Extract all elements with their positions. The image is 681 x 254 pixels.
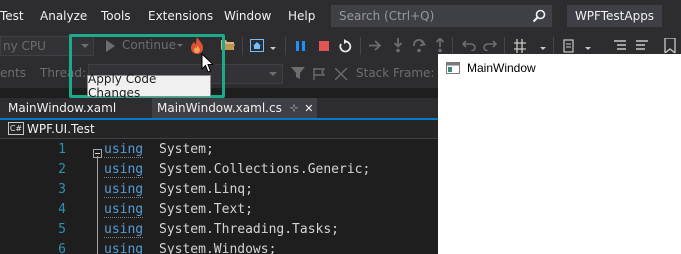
process-events-label: ents — [0, 66, 26, 80]
chevron-down-icon — [81, 44, 89, 48]
hex-display-icon[interactable] — [514, 39, 528, 53]
namespace-text: System.Text; — [159, 202, 253, 217]
redo-icon[interactable] — [483, 40, 497, 51]
filter-icon[interactable] — [291, 67, 305, 80]
close-icon[interactable]: ✕ — [304, 102, 313, 115]
namespace-text: System.Linq; — [159, 182, 253, 197]
step-into-icon[interactable] — [392, 38, 404, 53]
chevron-down-icon[interactable] — [585, 47, 591, 51]
code-line: 4 using System.Text; — [0, 202, 438, 222]
search-icon[interactable] — [532, 9, 546, 23]
outline-guide-line — [97, 156, 98, 254]
project-navigation-bar[interactable]: C# WPF.UI.Test — [0, 120, 438, 139]
keyword-using: using — [104, 202, 144, 218]
line-number: 5 — [58, 222, 66, 237]
search-box[interactable] — [331, 5, 552, 27]
document-tab-bar: MainWindow.xaml MainWindow.xaml.cs ⊹ ✕ — [0, 98, 438, 118]
keyword-using: using — [104, 142, 144, 158]
app-window-title: MainWindow — [467, 61, 536, 75]
step-out-icon[interactable] — [434, 38, 446, 53]
platform-dropdown[interactable]: ny CPU — [0, 36, 94, 56]
debug-location-toolbar: ents Thread: Stack Frame: — [0, 60, 438, 88]
keyword-using: using — [104, 182, 144, 198]
line-number: 3 — [58, 182, 66, 197]
code-editor[interactable]: 1 using System; 2 using System.Collectio… — [0, 139, 438, 254]
code-line: 2 using System.Collections.Generic; — [0, 162, 438, 182]
menu-bar: Test Analyze Tools Extensions Window Hel… — [0, 0, 681, 32]
stack-frame-label: Stack Frame: — [356, 66, 435, 80]
toolbar-separator — [504, 37, 505, 55]
code-line: 5 using System.Threading.Tasks; — [0, 222, 438, 242]
chevron-down-icon — [269, 72, 277, 76]
hot-reload-tooltip: Apply Code Changes — [87, 72, 211, 100]
namespace-text: System.Collections.Generic; — [159, 162, 371, 177]
menu-tools[interactable]: Tools — [101, 9, 131, 23]
thread-label: Thread: — [40, 66, 87, 80]
namespace-text: System.Windows; — [159, 242, 277, 254]
keyword-using: using — [104, 222, 144, 238]
flag-threads-icon[interactable] — [313, 68, 327, 80]
show-next-statement-icon[interactable] — [369, 40, 382, 51]
uncomment-icon[interactable] — [636, 40, 648, 51]
chevron-down-icon[interactable] — [270, 47, 276, 51]
menu-analyze[interactable]: Analyze — [40, 9, 87, 23]
code-line: 6 using System.Windows; — [0, 242, 438, 254]
app-main-window[interactable]: MainWindow — [438, 54, 681, 254]
continue-dropdown-icon[interactable] — [177, 44, 183, 48]
toolbar-separator — [452, 37, 453, 55]
toolbar-separator — [242, 37, 243, 55]
toolbar-separator — [553, 37, 554, 55]
tab-mainwindow-xaml-cs[interactable]: MainWindow.xaml.cs ⊹ ✕ — [152, 98, 317, 118]
namespace-text: System.Threading.Tasks; — [159, 222, 340, 237]
code-line: 1 using System; — [0, 142, 438, 162]
search-input[interactable] — [332, 6, 529, 26]
menu-window[interactable]: Window — [224, 9, 271, 23]
play-icon[interactable] — [105, 40, 115, 52]
platform-label: ny CPU — [3, 39, 46, 53]
menu-extensions[interactable]: Extensions — [148, 9, 213, 23]
chevron-down-icon[interactable] — [540, 47, 546, 51]
tab-label: MainWindow.xaml — [8, 101, 117, 115]
hot-reload-flame-icon[interactable] — [190, 37, 204, 54]
line-number: 2 — [58, 162, 66, 177]
continue-button[interactable]: Continue — [122, 38, 176, 52]
toolbar-separator — [360, 37, 361, 55]
show-threads-icon[interactable] — [335, 68, 349, 80]
pin-icon[interactable]: ⊹ — [290, 103, 298, 114]
tab-label: MainWindow.xaml.cs — [157, 101, 282, 115]
window-icon — [446, 62, 460, 74]
home-icon[interactable] — [250, 39, 264, 52]
code-line: 3 using System.Linq; — [0, 182, 438, 202]
line-number: 4 — [58, 202, 66, 217]
menu-help[interactable]: Help — [288, 9, 315, 23]
restart-icon[interactable] — [339, 39, 352, 53]
namespace-text: System; — [159, 142, 214, 157]
menu-test[interactable]: Test — [0, 9, 24, 23]
project-name: WPF.UI.Test — [27, 122, 95, 136]
keyword-using: using — [104, 162, 144, 178]
pause-icon[interactable] — [296, 41, 305, 51]
mouse-cursor-icon — [201, 53, 215, 73]
comment-icon[interactable] — [614, 40, 626, 51]
breakpoints-icon[interactable] — [563, 39, 575, 53]
undo-icon[interactable] — [462, 40, 476, 51]
line-number: 1 — [58, 142, 66, 157]
stop-icon[interactable] — [319, 41, 329, 51]
step-over-icon[interactable] — [412, 38, 426, 53]
tab-mainwindow-xaml[interactable]: MainWindow.xaml — [0, 98, 152, 118]
csharp-project-icon: C# — [8, 122, 24, 135]
toolbar-separator — [285, 37, 286, 55]
keyword-using: using — [104, 242, 143, 254]
solution-name-badge: WPFTestApps — [567, 5, 662, 27]
folder-icon[interactable] — [221, 39, 235, 51]
bookmark-icon[interactable] — [664, 38, 676, 53]
line-number: 6 — [58, 242, 66, 254]
